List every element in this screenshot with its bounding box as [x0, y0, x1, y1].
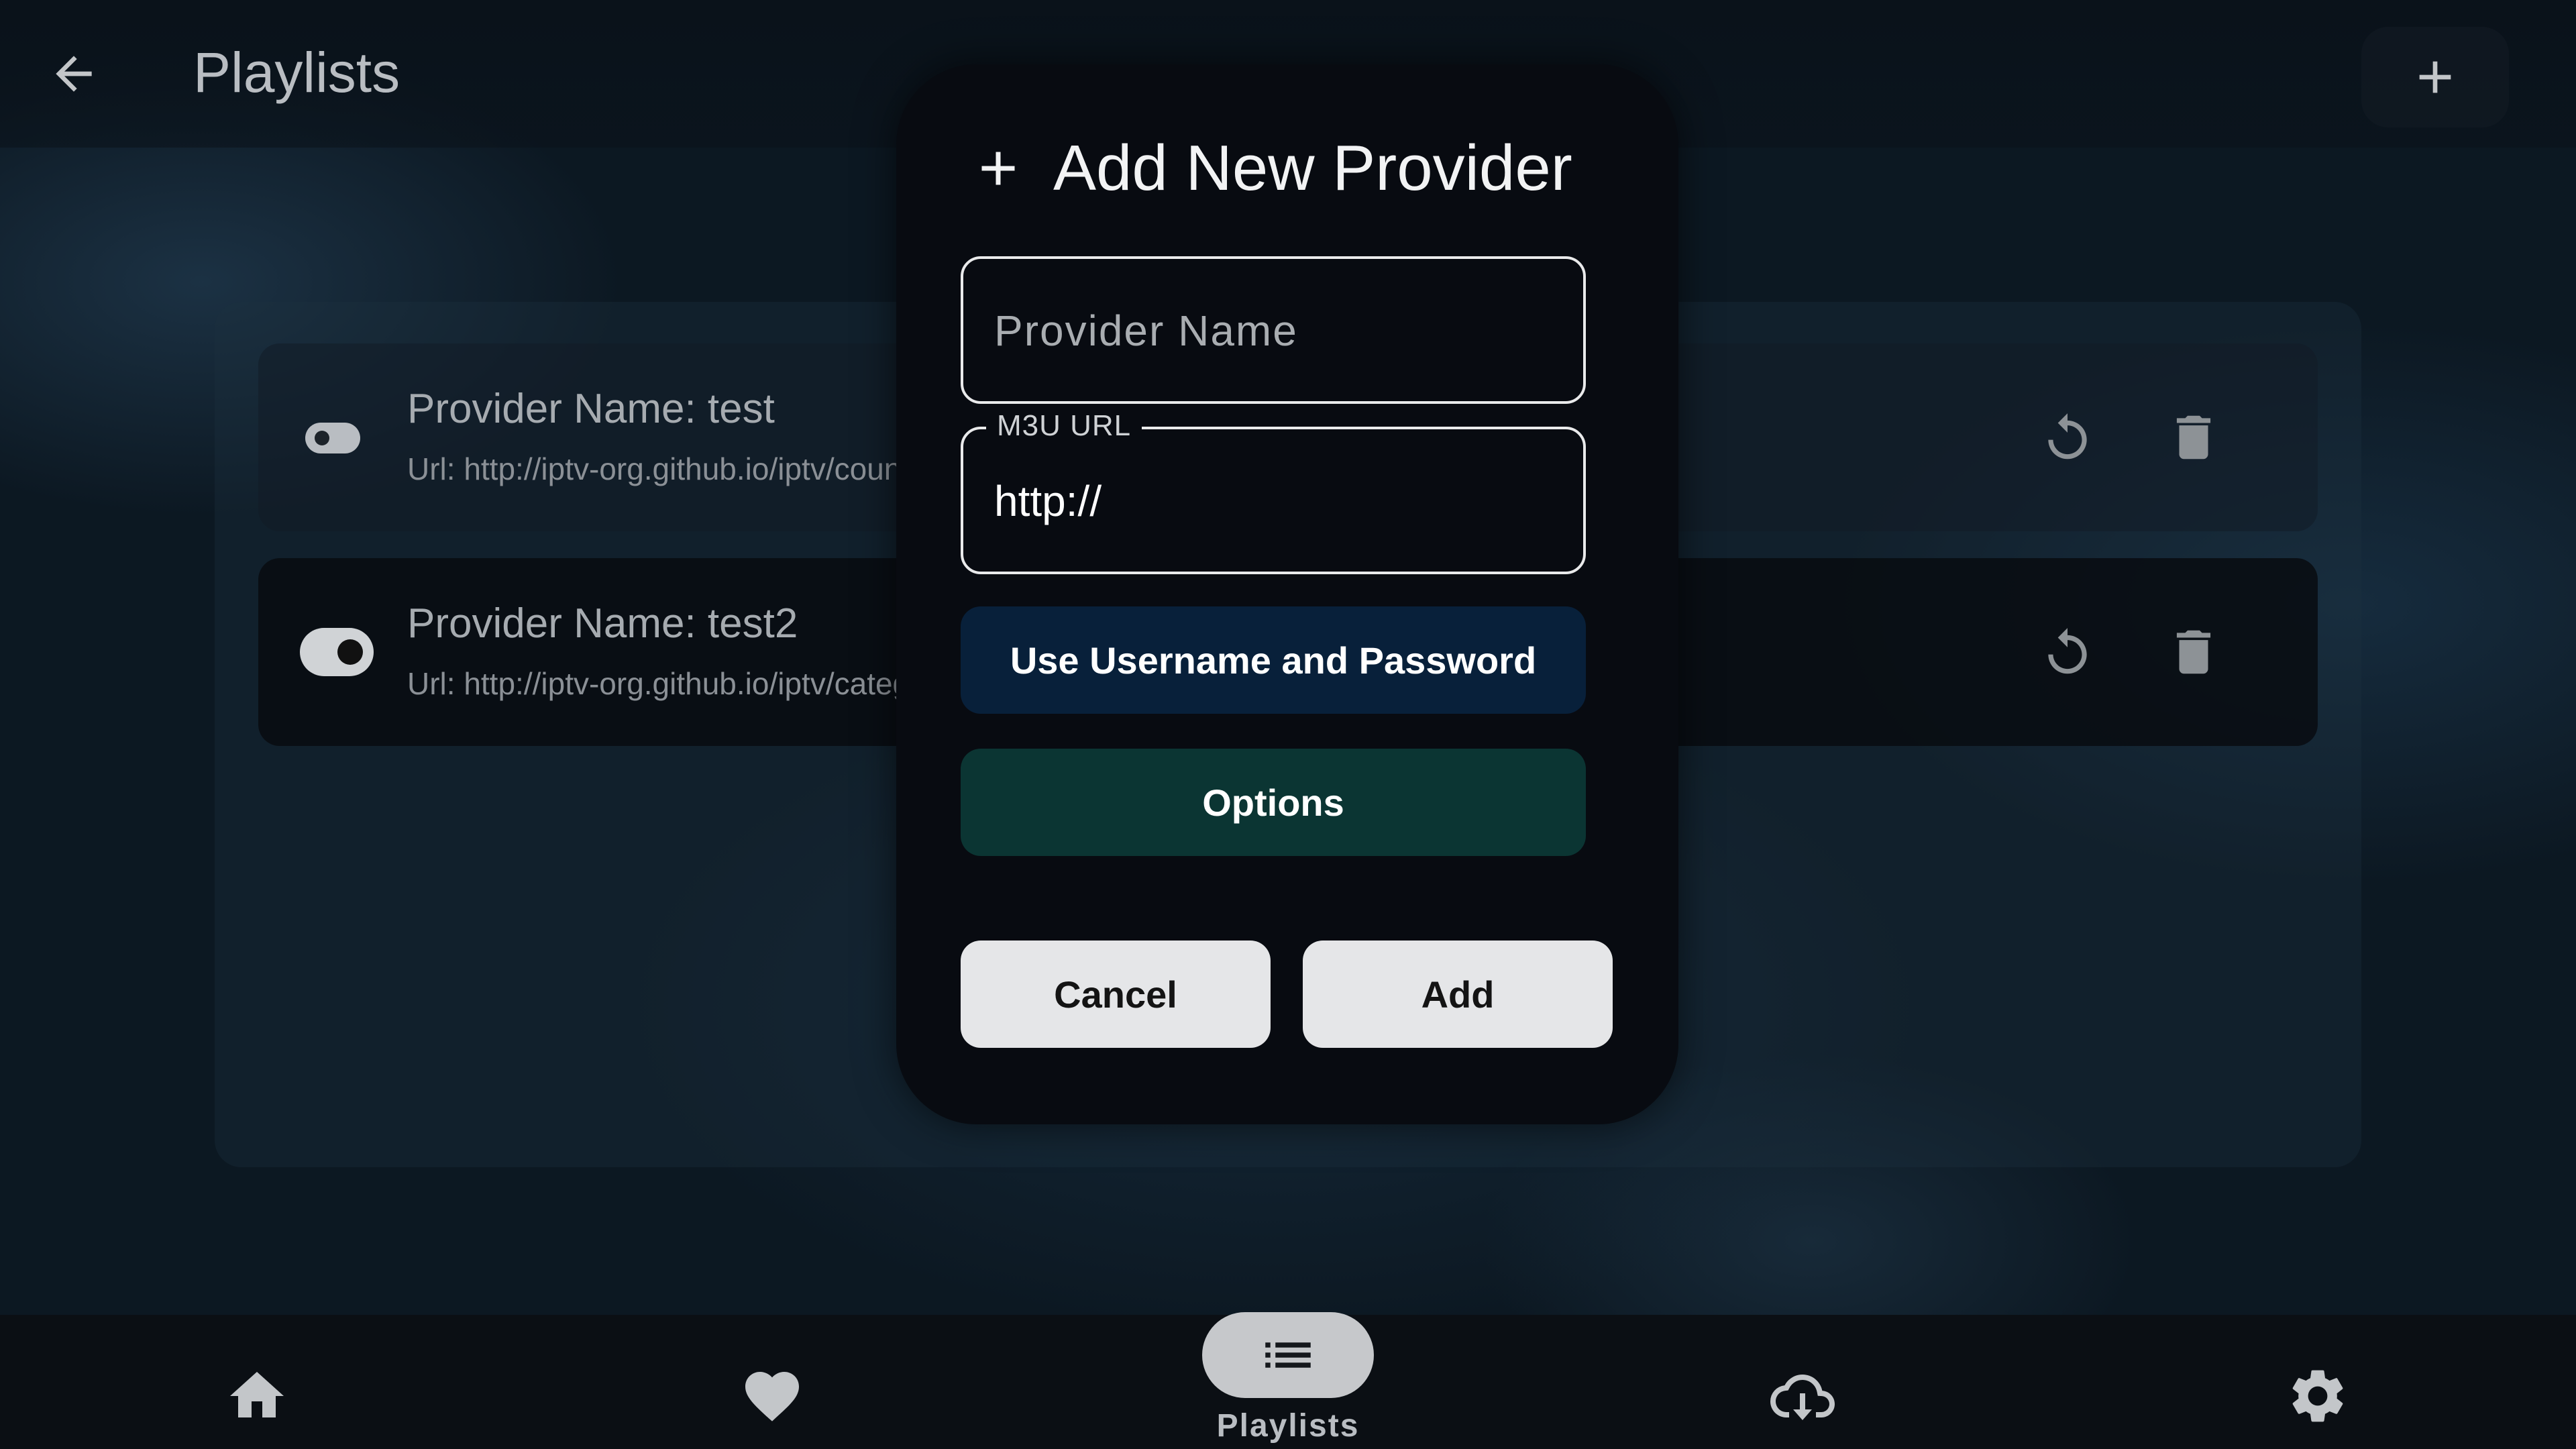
heart-icon: [745, 1372, 799, 1421]
delete-button[interactable]: [2157, 615, 2231, 689]
refresh-icon: [2048, 413, 2087, 460]
provider-toggle[interactable]: [300, 628, 374, 676]
trash-icon: [2176, 630, 2211, 674]
trash-icon: [2176, 415, 2211, 460]
refresh-button[interactable]: [2031, 615, 2104, 689]
nav-favorites[interactable]: [729, 1352, 816, 1440]
back-button[interactable]: [40, 40, 107, 107]
arrow-left-icon: [56, 56, 92, 92]
dialog-header: Add New Provider: [970, 131, 1572, 205]
provider-toggle[interactable]: [305, 423, 360, 453]
use-username-password-button[interactable]: Use Username and Password: [961, 606, 1586, 714]
provider-name: Provider Name: test2: [407, 600, 798, 647]
m3u-url-input[interactable]: [993, 429, 1559, 573]
delete-button[interactable]: [2157, 400, 2231, 474]
add-button[interactable]: Add: [1303, 941, 1613, 1048]
home-icon: [230, 1372, 284, 1417]
refresh-button[interactable]: [2031, 400, 2104, 474]
refresh-icon: [2048, 628, 2087, 674]
provider-name-field[interactable]: [961, 256, 1586, 404]
cancel-button[interactable]: Cancel: [961, 941, 1271, 1048]
nav-playlists-label: Playlists: [1216, 1408, 1360, 1444]
gear-icon: [2292, 1370, 2343, 1422]
options-button[interactable]: Options: [961, 749, 1586, 856]
add-provider-dialog: Add New Provider M3U URL Use Username an…: [896, 64, 1678, 1124]
nav-home[interactable]: [213, 1352, 301, 1440]
page-title: Playlists: [193, 41, 400, 104]
provider-name: Provider Name: test: [407, 386, 775, 432]
add-provider-button[interactable]: [2361, 27, 2509, 127]
nav-settings[interactable]: [2274, 1352, 2361, 1440]
playlist-icon: [1265, 1342, 1311, 1368]
dialog-title: Add New Provider: [1053, 132, 1572, 204]
plus-icon: [981, 152, 1015, 185]
provider-name-input[interactable]: [993, 259, 1559, 402]
m3u-url-field[interactable]: M3U URL: [961, 409, 1586, 574]
cloud-download-icon: [1770, 1375, 1835, 1420]
plus-icon: [2419, 61, 2451, 93]
nav-playlists[interactable]: [1202, 1312, 1374, 1398]
nav-downloads[interactable]: [1759, 1352, 1846, 1440]
